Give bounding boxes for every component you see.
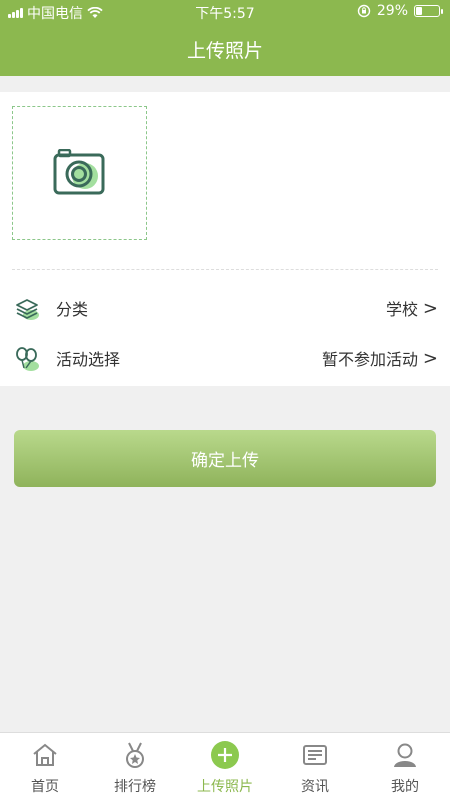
news-icon (303, 745, 327, 765)
tab-news-label: 资讯 (301, 779, 329, 795)
activity-label: 活动选择 (56, 350, 121, 369)
tab-home[interactable]: 首页 (0, 733, 90, 800)
user-icon (394, 743, 416, 767)
home-icon (33, 743, 57, 766)
tab-news[interactable]: 资讯 (270, 733, 360, 800)
activity-value: 暂不参加活动 (321, 350, 418, 369)
chevron-right-icon: > (422, 297, 438, 319)
tab-mine-label: 我的 (391, 779, 419, 795)
app-header: 中国电信 下午5:57 29% 上传照片 (0, 0, 450, 76)
battery-percent: 29% (376, 3, 408, 19)
activity-select-row[interactable]: 活动选择 暂不参加活动 > (0, 334, 450, 382)
dashed-divider (12, 269, 438, 270)
plus-circle-icon (211, 741, 239, 769)
camera-icon (53, 149, 104, 195)
chevron-right-icon: > (422, 347, 438, 369)
confirm-upload-button[interactable]: 确定上传 (14, 430, 436, 487)
category-row[interactable]: 分类 学校 > (0, 284, 450, 332)
tab-ranking[interactable]: 排行榜 (90, 733, 180, 800)
tab-upload-photo[interactable]: 上传照片 (180, 733, 270, 800)
balloons-icon (16, 347, 39, 371)
bottom-tab-bar: 首页 排行榜 上传照片 资讯 我的 (0, 732, 450, 800)
status-bar: 中国电信 下午5:57 29% (0, 0, 450, 24)
tab-mine[interactable]: 我的 (360, 733, 450, 800)
tab-home-label: 首页 (31, 779, 59, 795)
tab-upload-photo-label: 上传照片 (197, 779, 253, 795)
orientation-lock-icon (357, 4, 371, 18)
layers-icon (16, 299, 39, 320)
category-value: 学校 (385, 300, 418, 319)
add-photo-slot[interactable] (12, 106, 147, 240)
category-label: 分类 (56, 300, 89, 319)
upload-form-card: 分类 学校 > 活动选择 暂不参加活动 > (0, 92, 450, 386)
medal-icon (126, 742, 144, 768)
page-title: 上传照片 (186, 40, 263, 62)
tab-ranking-label: 排行榜 (114, 779, 156, 795)
battery-icon (414, 5, 443, 17)
